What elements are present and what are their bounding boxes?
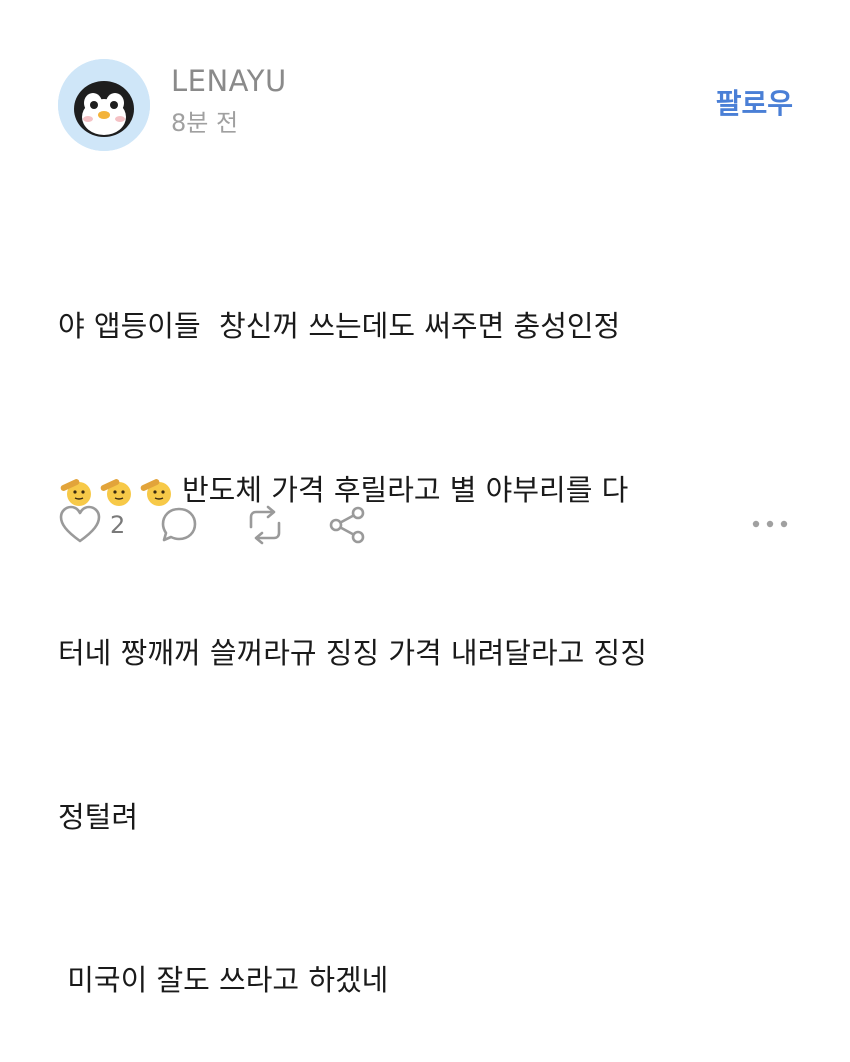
post-line-3: 터네 짱깨꺼 쓸꺼라규 징징 가격 내려달라고 징징: [58, 636, 647, 670]
saluting-face-emoji: [140, 478, 171, 506]
repost-button[interactable]: [243, 505, 287, 545]
post-time: 8분 전: [171, 109, 239, 137]
post-line-4: 정털려: [58, 799, 139, 834]
more-options-button[interactable]: [750, 515, 790, 534]
like-button[interactable]: 2: [58, 505, 125, 545]
emoji-group: [58, 477, 178, 507]
saluting-face-emoji: [60, 478, 91, 506]
saluting-face-emoji: [100, 478, 131, 506]
share-icon: [329, 506, 365, 544]
comment-icon: [161, 507, 197, 542]
more-icon: [752, 520, 788, 528]
post-line-1: 야 앱등이들 창신꺼 쓰는데도 써주면 충성인정: [58, 309, 621, 343]
heart-icon: [59, 505, 101, 543]
action-bar: 2: [58, 505, 367, 545]
post-line-5: 미국이 잘도 쓰라고 하겠네: [58, 963, 389, 997]
repost-icon: [249, 505, 281, 545]
like-count: 2: [110, 511, 126, 539]
post-body: 야 앱등이들 창신꺼 쓰는데도 써주면 충성인정 반도체 가격 후릴라고 별 야…: [58, 190, 818, 1062]
username[interactable]: LENAYU: [171, 64, 287, 98]
avatar[interactable]: [58, 59, 150, 151]
post-line-2-text: 반도체 가격 후릴라고 별 야부리를 다: [182, 472, 629, 507]
comment-button[interactable]: [159, 505, 199, 545]
share-button[interactable]: [327, 505, 367, 545]
follow-button[interactable]: 팔로우: [716, 87, 793, 121]
penguin-avatar-icon: [58, 59, 150, 151]
